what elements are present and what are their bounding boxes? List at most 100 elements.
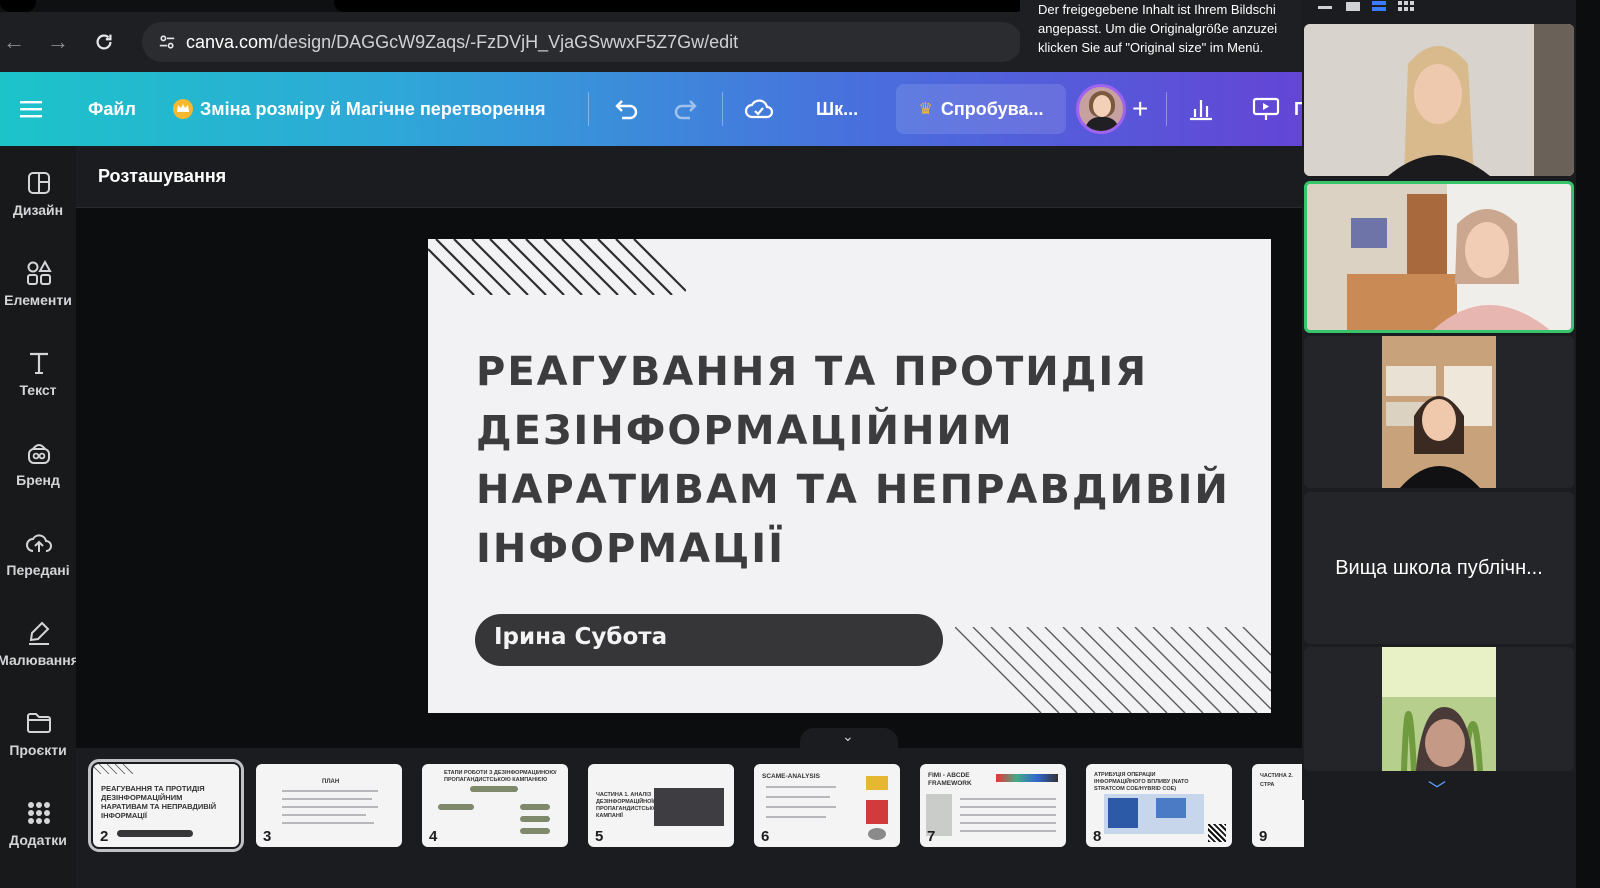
share-button[interactable]: Шк... bbox=[816, 72, 858, 146]
title-line: ІНФОРМАЦІЇ bbox=[476, 526, 785, 572]
sidebar-item-projects[interactable]: Проєкти bbox=[0, 694, 76, 770]
position-toolbar: Розташування bbox=[76, 146, 1304, 208]
divider bbox=[722, 92, 723, 126]
participant-video-3[interactable] bbox=[1304, 336, 1574, 488]
url-domain: canva.com bbox=[186, 32, 274, 52]
show-more-participants[interactable]: ﹀ bbox=[1428, 776, 1446, 802]
file-menu[interactable]: Файл bbox=[88, 72, 136, 146]
sidebar-item-uploads[interactable]: Передані bbox=[0, 514, 76, 590]
hatch-decoration-bottom bbox=[955, 627, 1271, 713]
sidebar-item-draw[interactable]: Малювання bbox=[0, 604, 79, 680]
thumbnail-title: ЕТАПИ РОБОТИ З ДЕЗІНФОРМАЦІЙНОЮ/ ПРОПАГА… bbox=[444, 770, 557, 783]
back-button[interactable]: ← bbox=[0, 28, 28, 56]
left-sidebar: Дизайн Елементи Текст Бренд Передані Мал… bbox=[0, 146, 79, 888]
position-title[interactable]: Розташування bbox=[98, 166, 226, 187]
title-line: ДЕЗІНФОРМАЦІЙНИМ bbox=[476, 408, 1014, 454]
collapse-pages-button[interactable]: ⌄ bbox=[800, 728, 898, 748]
present-icon bbox=[1252, 97, 1280, 120]
active-tab[interactable] bbox=[334, 0, 1024, 12]
slide-title[interactable]: РЕАГУВАННЯ ТА ПРОТИДІЯ ДЕЗІНФОРМАЦІЙНИМ … bbox=[476, 343, 1236, 579]
participant-photo bbox=[1304, 647, 1574, 771]
participant-tile-4[interactable]: Вища школа публічн... bbox=[1304, 492, 1574, 644]
page-thumbnail[interactable]: SCAME-ANALYSIS 6 bbox=[754, 764, 900, 847]
cloud-check-icon bbox=[744, 99, 774, 119]
chevron-down-icon: ﹀ bbox=[1428, 780, 1446, 800]
sidebar-item-label: Проєкти bbox=[9, 742, 67, 758]
author-name: Ірина Субота bbox=[494, 624, 668, 650]
sidebar-item-brand[interactable]: Бренд bbox=[0, 424, 76, 500]
participant-photo bbox=[1307, 184, 1571, 330]
thumbnail-title: ЧАСТИНА 1. АНАЛІЗ ДЕЗІНФОРМАЦІЙНОЇ/ ПРОП… bbox=[596, 792, 659, 819]
resize-button[interactable]: Зміна розміру й Магічне перетворення bbox=[172, 72, 545, 146]
sidebar-item-label: Елементи bbox=[4, 292, 72, 308]
slide-canvas[interactable]: РЕАГУВАННЯ ТА ПРОТИДІЯ ДЕЗІНФОРМАЦІЙНИМ … bbox=[428, 239, 1271, 713]
thumbnail-number: 8 bbox=[1093, 828, 1102, 845]
chevron-down-icon: ⌄ bbox=[842, 728, 854, 744]
sidebar-item-label: Малювання bbox=[0, 652, 79, 668]
participant-video-1[interactable] bbox=[1304, 24, 1574, 176]
thumbnail-number: 4 bbox=[429, 828, 438, 845]
page-thumbnail[interactable]: ЧАСТИНА 1. АНАЛІЗ ДЕЗІНФОРМАЦІЙНОЇ/ ПРОП… bbox=[588, 764, 734, 847]
apps-icon bbox=[28, 802, 50, 824]
author-pill[interactable]: Ірина Субота bbox=[475, 614, 943, 666]
user-avatar[interactable] bbox=[1076, 84, 1126, 134]
file-menu-label: Файл bbox=[88, 98, 136, 119]
sidebar-item-label: Дизайн bbox=[12, 202, 64, 218]
crown-icon: ♛ bbox=[918, 101, 933, 118]
page-thumbnail[interactable]: ПЛАН 3 bbox=[256, 764, 402, 847]
page-thumbnail[interactable]: ЕТАПИ РОБОТИ З ДЕЗІНФОРМАЦІЙНОЮ/ ПРОПАГА… bbox=[422, 764, 568, 847]
thumbnail-number: 7 bbox=[927, 828, 936, 845]
try-pro-label: Спробува... bbox=[940, 98, 1044, 119]
forward-button[interactable]: → bbox=[44, 28, 72, 56]
thumbnail-number: 6 bbox=[761, 828, 770, 845]
uploads-icon bbox=[26, 534, 52, 552]
page-thumbnail[interactable]: ЧАСТИНА 2. СТРА 9 bbox=[1252, 764, 1304, 847]
notice-line-2: angepasst. Um die Originalgröße anzuzei bbox=[1038, 21, 1278, 36]
address-bar[interactable]: canva.com/design/DAGGcW9Zaqs/-FzDVjH_Vja… bbox=[142, 22, 1022, 62]
present-button[interactable]: П bbox=[1252, 72, 1307, 146]
window-controls bbox=[1318, 1, 1414, 11]
hamburger-icon bbox=[20, 101, 42, 118]
sidebar-item-text[interactable]: Текст bbox=[0, 334, 76, 410]
hatch-decoration-top bbox=[428, 239, 686, 295]
share-label: Шк... bbox=[816, 98, 859, 119]
sidebar-item-apps[interactable]: Додатки bbox=[0, 784, 76, 860]
divider bbox=[1166, 92, 1167, 126]
try-pro-button[interactable]: ♛ Спробува... bbox=[896, 84, 1066, 134]
redo-icon bbox=[674, 100, 697, 120]
design-icon bbox=[28, 172, 50, 194]
reload-button[interactable] bbox=[90, 28, 118, 56]
reload-icon bbox=[96, 34, 112, 50]
sidebar-item-elements[interactable]: Елементи bbox=[0, 244, 76, 320]
redo-button[interactable] bbox=[672, 72, 700, 146]
thumb-hatch bbox=[93, 764, 133, 774]
undo-button[interactable] bbox=[612, 72, 640, 146]
thumbnail-title: ЧАСТИНА 2. СТРА bbox=[1260, 773, 1293, 788]
participant-video-2[interactable] bbox=[1304, 181, 1574, 333]
tab-edge[interactable] bbox=[0, 0, 36, 12]
participant-photo bbox=[1304, 336, 1574, 488]
screen-share-notice: Der freigegebene Inhalt ist Ihrem Bildsc… bbox=[1020, 0, 1302, 64]
url-path: /design/DAGGcW9Zaqs/-FzDVjH_VjaGSwwxF5Z7… bbox=[273, 32, 739, 52]
menu-button[interactable] bbox=[20, 72, 42, 146]
sidebar-item-design[interactable]: Дизайн bbox=[0, 154, 76, 230]
participant-video-5[interactable] bbox=[1304, 647, 1574, 771]
gallery-icon[interactable] bbox=[1346, 2, 1360, 11]
thumbnail-title: ПЛАН bbox=[322, 779, 340, 785]
add-collaborator-button[interactable]: + bbox=[1132, 72, 1148, 146]
thumbnail-title: АТРИБУЦІЯ ОПЕРАЦІЙ ІНФОРМАЦІЙНОГО ВПЛИВУ… bbox=[1094, 772, 1189, 792]
page-thumbnail[interactable]: РЕАГУВАННЯ ТА ПРОТИДІЯ ДЕЗІНФОРМАЦІЙНИМ … bbox=[88, 759, 244, 852]
site-settings-icon[interactable] bbox=[158, 33, 176, 51]
page-thumbnail[interactable]: АТРИБУЦІЯ ОПЕРАЦІЙ ІНФОРМАЦІЙНОГО ВПЛИВУ… bbox=[1086, 764, 1232, 847]
participant-name: Вища школа публічн... bbox=[1335, 556, 1543, 579]
minimize-icon[interactable] bbox=[1318, 6, 1332, 9]
screen: ← → canva.com/design/DAGGcW9Zaqs/-FzDVjH… bbox=[0, 0, 1600, 888]
text-icon bbox=[30, 352, 48, 374]
thumb-pill bbox=[117, 830, 193, 837]
crown-icon bbox=[173, 99, 193, 119]
page-thumbnail[interactable]: FIMI - ABCDE FRAMEWORK 7 bbox=[920, 764, 1066, 847]
sidebar-item-label: Додатки bbox=[9, 832, 67, 848]
insights-button[interactable] bbox=[1188, 72, 1214, 146]
save-status-button[interactable] bbox=[744, 72, 774, 146]
resize-label: Зміна розміру й Магічне перетворення bbox=[200, 98, 546, 119]
